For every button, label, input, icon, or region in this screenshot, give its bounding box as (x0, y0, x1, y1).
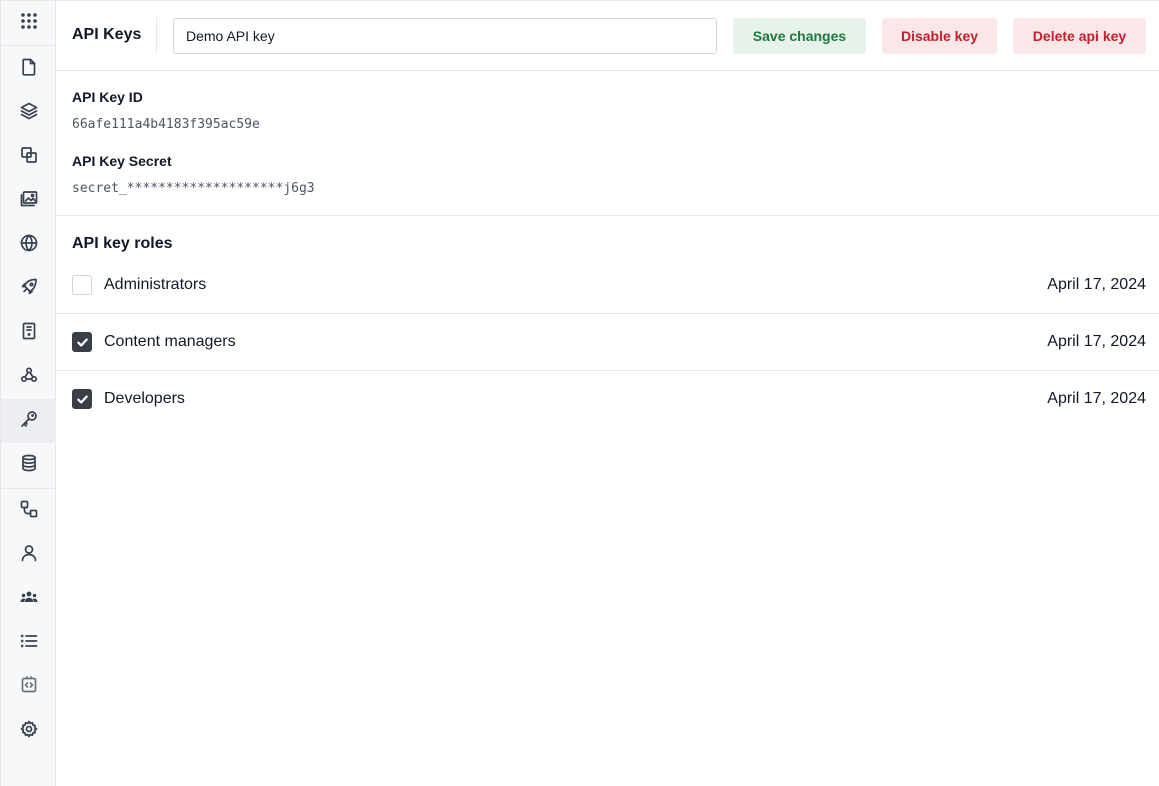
rocket-icon (20, 278, 38, 301)
sidebar-item-workflows[interactable] (1, 489, 56, 533)
sidebar-item-webhooks[interactable] (1, 355, 56, 399)
gear-icon (20, 720, 38, 743)
checkmark-icon (77, 395, 88, 404)
sidebar-item-models[interactable] (1, 91, 56, 135)
api-key-secret-value: secret_********************j6g3 (72, 181, 315, 196)
role-date: April 17, 2024 (1047, 390, 1146, 407)
role-checkbox-content-managers[interactable] (72, 332, 92, 352)
sidebar-item-deploy[interactable] (1, 267, 56, 311)
role-name: Developers (104, 390, 185, 407)
sidebar-item-content[interactable] (1, 47, 56, 91)
sidebar-item-database[interactable] (1, 443, 56, 487)
page-title: API Keys (72, 26, 142, 43)
apps-menu-button[interactable] (1, 1, 56, 45)
key-icon (20, 410, 38, 433)
document-icon (20, 322, 38, 345)
list-icon (20, 632, 38, 655)
sidebar-item-activity[interactable] (1, 621, 56, 665)
api-key-id-value: 66afe111a4b4183f395ac59e (72, 117, 260, 132)
role-row: Content managers April 17, 2024 (56, 314, 1159, 371)
api-key-name-input[interactable] (173, 18, 717, 54)
role-checkbox-developers[interactable] (72, 389, 92, 409)
main-panel: API Keys Save changes Disable key Delete… (56, 0, 1159, 786)
api-key-details: API Key ID 66afe111a4b4183f395ac59e API … (56, 71, 1159, 216)
sidebar-item-settings[interactable] (1, 709, 56, 753)
role-name: Administrators (104, 276, 207, 293)
users-icon (20, 588, 38, 611)
sidebar-item-developer[interactable] (1, 665, 56, 709)
layers-icon (20, 102, 38, 125)
role-row: Administrators April 17, 2024 (56, 257, 1159, 314)
workflow-icon (20, 500, 38, 523)
grid-icon (20, 12, 38, 35)
api-key-id-label: API Key ID (72, 89, 143, 105)
sidebar-item-assets[interactable] (1, 179, 56, 223)
sidebar-item-locales[interactable] (1, 223, 56, 267)
role-checkbox-administrators[interactable] (72, 275, 92, 295)
sidebar-item-api-keys[interactable] (1, 399, 56, 443)
role-row: Developers April 17, 2024 (56, 371, 1159, 428)
code-icon (20, 675, 38, 699)
file-icon (20, 58, 38, 81)
database-icon (20, 454, 38, 477)
user-icon (20, 544, 38, 567)
sidebar-item-components[interactable] (1, 135, 56, 179)
title-divider (156, 17, 157, 54)
globe-icon (20, 234, 38, 257)
sidebar-item-team[interactable] (1, 577, 56, 621)
disable-key-button[interactable]: Disable key (882, 18, 997, 54)
checkmark-icon (77, 338, 88, 347)
role-date: April 17, 2024 (1047, 276, 1146, 293)
images-icon (20, 190, 38, 213)
sidebar-item-documents[interactable] (1, 311, 56, 355)
role-date: April 17, 2024 (1047, 333, 1146, 350)
copy-icon (20, 146, 38, 169)
roles-title: API key roles (72, 235, 173, 252)
role-name: Content managers (104, 333, 236, 350)
sidebar (0, 0, 56, 786)
save-changes-button[interactable]: Save changes (733, 18, 866, 54)
header: API Keys Save changes Disable key Delete… (56, 1, 1159, 71)
webhook-icon (20, 366, 38, 389)
delete-api-key-button[interactable]: Delete api key (1013, 18, 1146, 54)
sidebar-item-user[interactable] (1, 533, 56, 577)
api-key-secret-label: API Key Secret (72, 153, 172, 169)
